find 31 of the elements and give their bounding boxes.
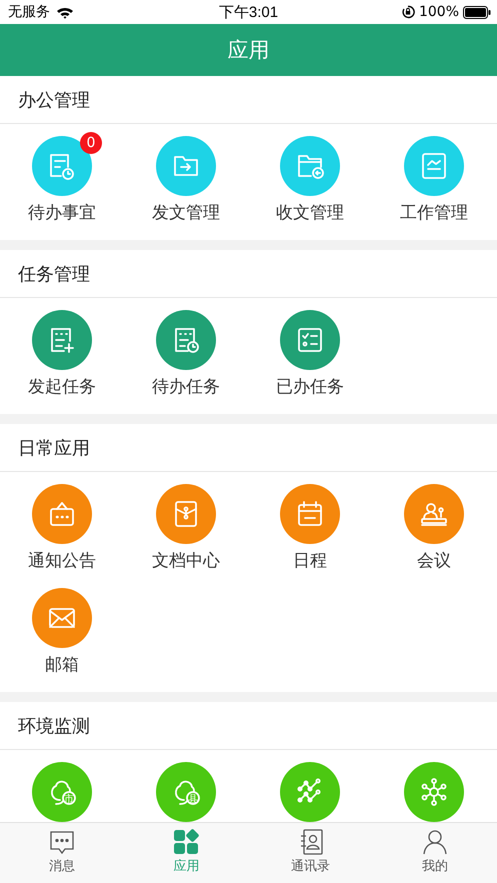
tab[interactable]: 通讯录 bbox=[248, 823, 373, 883]
app-button[interactable]: 会议 bbox=[372, 472, 496, 576]
tab[interactable]: 我的 bbox=[372, 823, 497, 883]
apps-grid-icon bbox=[173, 829, 200, 855]
section-title: 日常应用 bbox=[18, 436, 90, 460]
app-button[interactable]: 工作管理 bbox=[372, 124, 496, 228]
count-badge: 0 bbox=[80, 132, 102, 154]
rotation-lock-icon bbox=[400, 5, 415, 19]
battery-icon bbox=[463, 6, 491, 18]
wifi-icon bbox=[56, 6, 74, 18]
clock-time: 下午3:01 bbox=[218, 2, 278, 22]
app-button[interactable]: 待办任务 bbox=[124, 298, 248, 402]
app-button[interactable]: 收文管理 bbox=[248, 124, 372, 228]
app-button[interactable]: 0 待办事宜 bbox=[0, 124, 124, 228]
app-button[interactable]: 发起任务 bbox=[0, 298, 124, 402]
app-button[interactable]: 发文管理 bbox=[124, 124, 248, 228]
app-button[interactable]: 日程 bbox=[248, 472, 372, 576]
person-icon bbox=[422, 829, 448, 855]
section-title: 环境监测 bbox=[18, 714, 90, 738]
battery-percent: 100% bbox=[418, 4, 459, 20]
chat-icon bbox=[49, 829, 76, 855]
app-button[interactable]: 已办任务 bbox=[248, 298, 372, 402]
icon-label: 市 bbox=[64, 794, 74, 805]
carrier-text: 无服务 bbox=[8, 3, 50, 21]
app-button[interactable]: 通知公告 bbox=[0, 472, 124, 576]
app-button[interactable]: 邮箱 bbox=[0, 576, 124, 680]
page-title: 应用 bbox=[228, 37, 270, 64]
section-title: 办公管理 bbox=[18, 88, 90, 112]
section-title: 任务管理 bbox=[18, 262, 90, 286]
tab[interactable]: 消息 bbox=[0, 823, 124, 883]
app-button[interactable]: 文档中心 bbox=[124, 472, 248, 576]
